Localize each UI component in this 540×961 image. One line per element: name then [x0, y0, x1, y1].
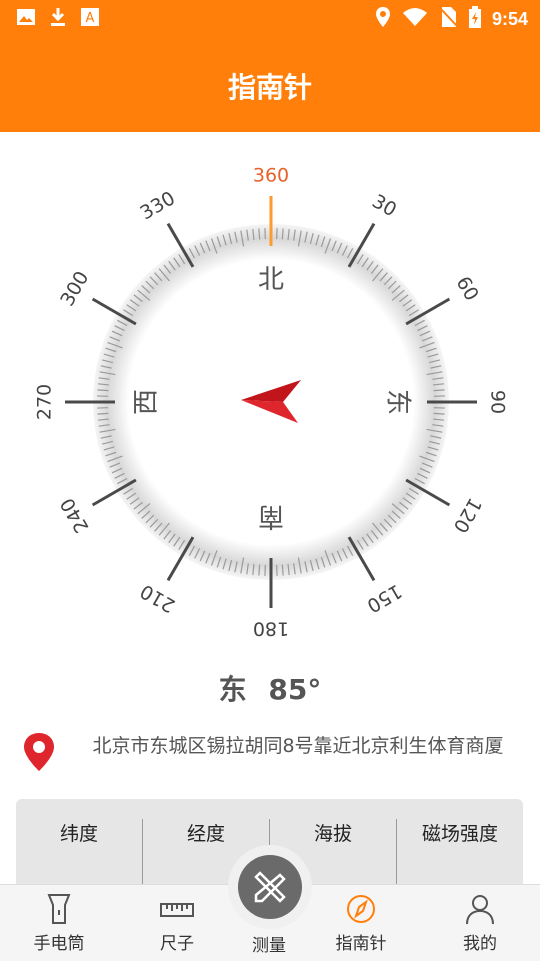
page-title: 指南针 [0, 66, 540, 106]
user-icon [464, 893, 496, 925]
wifi-icon [402, 7, 428, 31]
flashlight-icon [44, 893, 74, 925]
location-pin-icon [22, 732, 56, 776]
altitude-label: 海拔 [270, 819, 396, 846]
nav-ruler[interactable]: 尺子 [132, 885, 222, 961]
no-sim-icon [438, 6, 458, 32]
degree-label: 270 [34, 384, 56, 420]
nav-mine-label: 我的 [435, 929, 525, 954]
ruler-icon [159, 893, 195, 925]
direction-east: 东 [383, 389, 413, 415]
location-address: 北京市东城区锡拉胡同8号靠近北京利生体育商厦 [74, 734, 522, 758]
measure-button[interactable] [228, 845, 312, 929]
minor-tick [434, 390, 445, 391]
battery-icon [468, 6, 482, 32]
degree-label: 360 [253, 165, 289, 187]
title-bar: 指南针 [0, 36, 540, 132]
location-icon [374, 6, 392, 32]
degree-label: 150 [363, 580, 405, 617]
degree-label: 60 [452, 273, 483, 305]
nav-ruler-label: 尺子 [132, 929, 222, 954]
degree-label: 120 [449, 494, 486, 536]
nav-compass-label: 指南针 [316, 929, 406, 954]
degree-label: 330 [137, 187, 179, 224]
direction-north: 北 [258, 265, 284, 295]
app-notification-icon: A [80, 7, 100, 31]
heading-degrees: 85° [268, 673, 321, 706]
status-bar: A 9:54 [0, 0, 540, 36]
heading-readout: 东 85° [0, 668, 540, 708]
compass-nav-icon [345, 893, 377, 925]
nav-flashlight-label: 手电筒 [14, 929, 104, 954]
svg-text:A: A [86, 11, 95, 26]
degree-label: 30 [368, 190, 400, 221]
degree-label: 210 [137, 580, 179, 617]
minor-tick [259, 228, 260, 239]
nav-mine[interactable]: 我的 [435, 885, 525, 961]
status-time: 9:54 [492, 9, 528, 30]
minor-tick [434, 413, 445, 414]
minor-tick [259, 565, 260, 576]
download-icon [48, 6, 68, 32]
heading-direction: 东 [219, 673, 247, 706]
magnetic-field-label: 磁场强度 [397, 819, 523, 846]
minor-tick [282, 565, 283, 576]
longitude-label: 经度 [143, 819, 269, 846]
nav-flashlight[interactable]: 手电筒 [14, 885, 104, 961]
latitude-label: 纬度 [16, 819, 142, 846]
measure-button-inner [238, 855, 302, 919]
direction-south: 南 [258, 501, 284, 531]
degree-label: 180 [253, 618, 289, 640]
minor-tick [282, 228, 283, 239]
degree-label: 240 [56, 494, 93, 536]
degree-label: 300 [56, 268, 93, 310]
nav-compass[interactable]: 指南针 [316, 885, 406, 961]
location-row: 北京市东城区锡拉胡同8号靠近北京利生体育商厦 [22, 730, 522, 790]
image-icon [16, 7, 36, 31]
nav-measure-label: 测量 [224, 931, 314, 956]
minor-tick [97, 390, 108, 391]
degree-label: 90 [487, 390, 509, 414]
ruler-pencil-icon [238, 855, 302, 919]
direction-west: 西 [132, 389, 162, 415]
compass-graphic: 360306090120150180210240270300330 北 东 南 … [0, 140, 540, 660]
compass-dial: 360306090120150180210240270300330 北 东 南 … [0, 140, 540, 660]
minor-tick [97, 413, 108, 414]
